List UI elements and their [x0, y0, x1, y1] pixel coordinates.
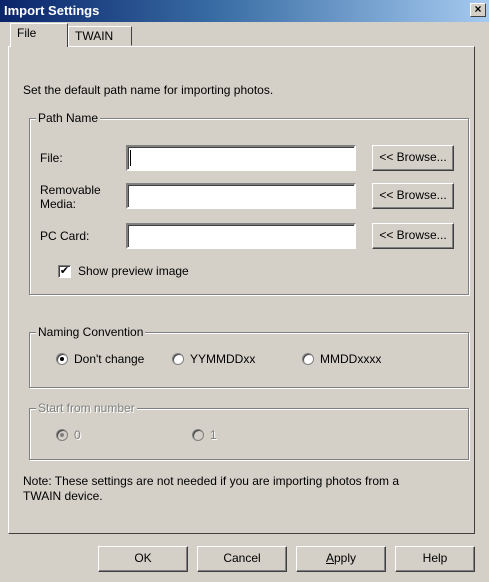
text-caret: [130, 150, 131, 166]
note-text: Note: These settings are not needed if y…: [23, 474, 399, 504]
removable-label-line2: Media:: [40, 197, 77, 211]
tab-file-label: File: [17, 26, 37, 40]
removable-media-path-field[interactable]: [126, 183, 356, 209]
apply-mnemonic: A: [325, 551, 334, 565]
radio-dot: [60, 357, 64, 361]
path-name-group: Path Name File: << Browse... Removable M…: [29, 111, 469, 295]
intro-text: Set the default path name for importing …: [23, 83, 274, 97]
pc-card-path-field[interactable]: [126, 223, 356, 249]
path-name-legend: Path Name: [36, 111, 101, 125]
removable-media-browse-button[interactable]: << Browse...: [372, 183, 454, 209]
naming-dont-change-radio[interactable]: [56, 353, 68, 365]
file-label: File:: [40, 151, 63, 165]
tab-twain-label: TWAIN: [75, 29, 114, 43]
naming-dont-change-label: Don't change: [74, 352, 145, 366]
tab-panel-file: Set the default path name for importing …: [8, 46, 475, 534]
file-path-field[interactable]: [126, 145, 356, 171]
radio-dot: [60, 433, 64, 437]
naming-convention-legend: Naming Convention: [36, 325, 146, 339]
start-zero-label: 0: [74, 428, 81, 442]
start-zero-radio[interactable]: [56, 429, 68, 441]
removable-media-label: Removable Media:: [40, 183, 101, 211]
note-line1: Note: These settings are not needed if y…: [23, 474, 399, 488]
pc-card-browse-button[interactable]: << Browse...: [372, 223, 454, 249]
start-from-number-legend: Start from number: [36, 401, 137, 415]
cancel-button[interactable]: Cancel: [197, 546, 287, 572]
file-browse-button[interactable]: << Browse...: [372, 145, 454, 171]
tab-twain[interactable]: TWAIN: [68, 26, 132, 46]
start-one-label: 1: [210, 428, 217, 442]
naming-yymmddxx-label: YYMMDDxx: [190, 352, 256, 366]
window-title: Import Settings: [4, 3, 100, 18]
naming-yymmddxx-radio[interactable]: [172, 353, 184, 365]
apply-label-rest: pply: [334, 551, 357, 565]
removable-label-line1: Removable: [40, 183, 101, 197]
title-bar: Import Settings ×: [0, 0, 489, 22]
naming-mmddxxxx-label: MMDDxxxx: [320, 352, 382, 366]
tab-file[interactable]: File: [10, 23, 68, 47]
pc-card-label: PC Card:: [40, 229, 90, 243]
naming-convention-group: Naming Convention Don't change YYMMDDxx …: [29, 325, 469, 388]
show-preview-label: Show preview image: [78, 264, 189, 278]
show-preview-checkbox[interactable]: ✔: [58, 265, 71, 278]
help-button[interactable]: Help: [395, 546, 475, 572]
naming-mmddxxxx-radio[interactable]: [302, 353, 314, 365]
apply-button[interactable]: Apply: [296, 546, 386, 572]
ok-button[interactable]: OK: [98, 546, 188, 572]
note-line2: TWAIN device.: [23, 489, 103, 503]
start-one-radio[interactable]: [192, 429, 204, 441]
start-from-number-group: Start from number 0 1: [29, 401, 469, 460]
close-button[interactable]: ×: [470, 3, 486, 17]
